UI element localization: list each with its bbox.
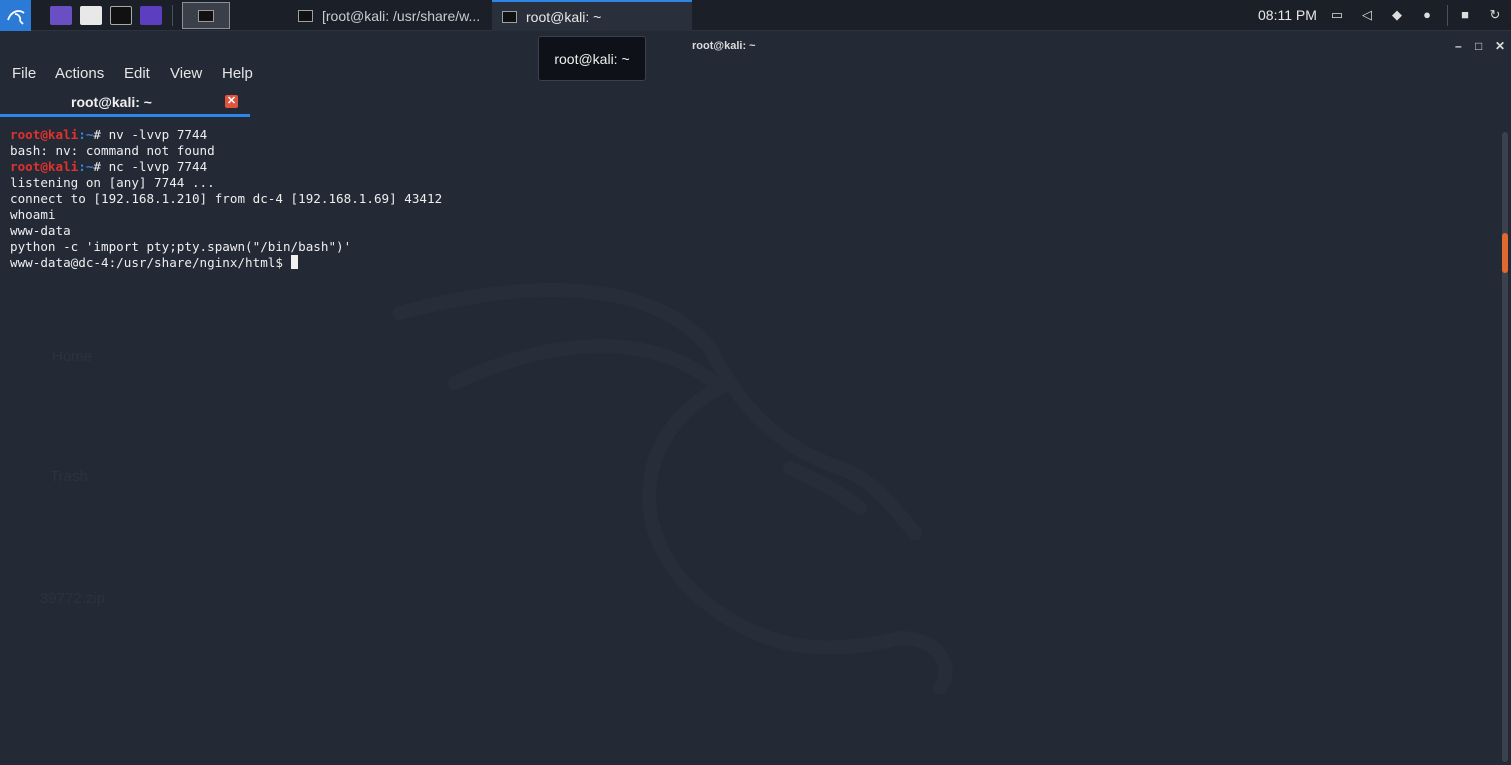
display-icon[interactable]: ▭	[1330, 8, 1344, 22]
taskbar-item-label: root@kali: ~	[526, 8, 602, 25]
terminal-line: bash: nv: command not found	[10, 143, 442, 159]
terminal-line: connect to [192.168.1.210] from dc-4 [19…	[10, 191, 442, 207]
volume-icon[interactable]: ◁	[1360, 8, 1374, 22]
prompt-path: :~	[78, 159, 94, 174]
output-text: bash: nv: command not found	[10, 143, 215, 158]
close-button[interactable]: ✕	[1495, 39, 1505, 53]
kali-menu-icon	[6, 9, 25, 25]
output-text: www-data@dc-4:/usr/share/nginx/html$	[10, 255, 291, 270]
output-text: listening on [any] 7744 ...	[10, 175, 215, 190]
desktop-ghost-trash: Trash	[50, 468, 88, 485]
terminal-line: root@kali:~# nc -lvvp 7744	[10, 159, 442, 175]
power-manager-icon[interactable]: ●	[1420, 8, 1434, 22]
menu-help[interactable]: Help	[222, 65, 253, 82]
prompt-path: :~	[78, 127, 94, 142]
prompt-user: root@kali	[10, 159, 79, 174]
desktop-ghost-zip: 39772.zip	[40, 590, 106, 607]
output-text: whoami	[10, 207, 56, 222]
show-desktop-icon[interactable]	[50, 6, 72, 25]
menu-bar: File Actions Edit View Help	[0, 61, 1511, 87]
minimize-button[interactable]: –	[1455, 39, 1462, 53]
terminal-scrollbar[interactable]	[1499, 118, 1511, 765]
terminal-line: www-data@dc-4:/usr/share/nginx/html$	[10, 255, 442, 271]
workspace-switcher[interactable]	[182, 2, 230, 29]
file-manager-icon[interactable]	[80, 6, 102, 25]
taskbar-item-label: [root@kali: /usr/share/w...	[322, 7, 481, 24]
taskbar-tooltip: root@kali: ~	[538, 36, 646, 81]
tab-label: root@kali: ~	[71, 94, 152, 110]
terminal-icon	[502, 10, 517, 23]
kali-menu-button[interactable]	[0, 0, 31, 31]
panel-separator	[1447, 5, 1448, 26]
screen-recorder-icon[interactable]	[140, 6, 162, 25]
maximize-button[interactable]: □	[1475, 39, 1482, 53]
tab-bar: root@kali: ~ ✕	[0, 89, 1511, 117]
menu-actions[interactable]: Actions	[55, 65, 104, 82]
desktop-ghost-home: Home	[52, 348, 93, 365]
prompt-command: # nv -lvvp 7744	[93, 127, 208, 142]
prompt-command: # nc -lvvp 7744	[93, 159, 208, 174]
clock[interactable]: 08:11 PM	[1258, 7, 1317, 23]
top-panel: [root@kali: /usr/share/w... root@kali: ~…	[0, 0, 1511, 31]
kali-dragon-wallpaper	[393, 283, 953, 695]
text-cursor	[290, 255, 298, 269]
workspace-thumbnail	[198, 9, 214, 22]
terminal-area[interactable]: Home Trash 39772.zip root@kali:~# nv -lv…	[0, 118, 1499, 765]
tab-root-kali[interactable]: root@kali: ~ ✕	[0, 89, 250, 117]
taskbar-item-terminal[interactable]: root@kali: ~	[492, 0, 692, 31]
tab-close-icon[interactable]: ✕	[225, 95, 238, 108]
window-title: root@kali: ~	[692, 40, 756, 52]
taskbar-item-file-manager[interactable]: [root@kali: /usr/share/w...	[288, 0, 492, 31]
output-text: www-data	[10, 223, 71, 238]
output-text: python -c 'import pty;pty.spawn("/bin/ba…	[10, 239, 352, 254]
logout-icon[interactable]: ↻	[1488, 8, 1502, 22]
prompt-user: root@kali	[10, 127, 79, 142]
terminal-line: www-data	[10, 223, 442, 239]
menu-file[interactable]: File	[12, 65, 36, 82]
menu-edit[interactable]: Edit	[124, 65, 150, 82]
output-text: connect to [192.168.1.210] from dc-4 [19…	[10, 191, 443, 206]
scrollbar-track[interactable]	[1502, 132, 1508, 762]
lock-icon[interactable]: ■	[1458, 8, 1472, 22]
window-titlebar[interactable]: root@kali: ~ – □ ✕	[0, 31, 1511, 61]
terminal-line: listening on [any] 7744 ...	[10, 175, 442, 191]
notification-bell-icon[interactable]: ◆	[1390, 8, 1404, 22]
terminal-icon	[298, 9, 313, 22]
terminal-line: root@kali:~# nv -lvvp 7744	[10, 127, 442, 143]
terminal-output: root@kali:~# nv -lvvp 7744 bash: nv: comm…	[10, 127, 442, 271]
scrollbar-thumb[interactable]	[1502, 233, 1508, 273]
terminal-line: whoami	[10, 207, 442, 223]
terminal-line: python -c 'import pty;pty.spawn("/bin/ba…	[10, 239, 442, 255]
menu-view[interactable]: View	[170, 65, 202, 82]
terminal-icon[interactable]	[110, 6, 132, 25]
panel-separator	[172, 5, 173, 26]
